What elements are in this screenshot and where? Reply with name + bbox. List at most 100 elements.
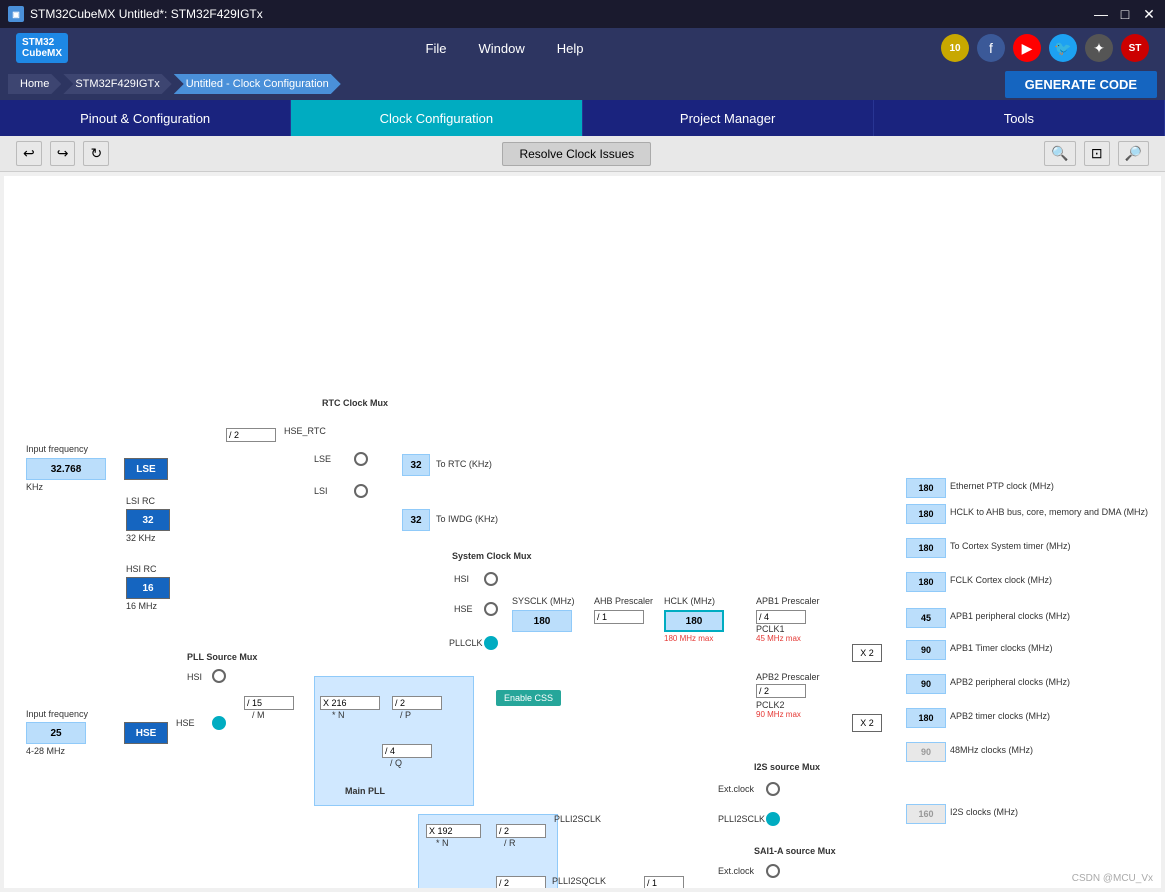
hse-rtc-label: HSE_RTC: [284, 426, 326, 436]
apb1-timer-val: 90: [906, 640, 946, 660]
i2s-src-mux-label: I2S source Mux: [754, 762, 820, 772]
network-icon[interactable]: ✦: [1085, 34, 1113, 62]
redo-button[interactable]: ↪: [50, 141, 76, 166]
pll-p-select[interactable]: / 2: [392, 696, 442, 710]
breadcrumb-device[interactable]: STM32F429IGTx: [63, 74, 171, 94]
pll-src-mux-label: PLL Source Mux: [187, 652, 257, 662]
breadcrumb-home[interactable]: Home: [8, 74, 61, 94]
window-controls: — □ ✕: [1093, 6, 1157, 22]
ethernet-ptp-val: 180: [906, 478, 946, 498]
pll-hse-radio[interactable]: [212, 716, 226, 730]
lsi-rc-value: 32: [126, 509, 170, 531]
menu-help[interactable]: Help: [557, 41, 584, 56]
tab-project[interactable]: Project Manager: [583, 100, 874, 136]
pllclk-sys-radio[interactable]: [484, 636, 498, 650]
refresh-button[interactable]: ↻: [83, 141, 109, 166]
resolve-clock-button[interactable]: Resolve Clock Issues: [502, 142, 651, 166]
fit-button[interactable]: ⊡: [1084, 141, 1110, 166]
rtc-clk-mux-label: RTC Clock Mux: [322, 398, 388, 408]
pll-hsi-label: HSI: [187, 672, 202, 682]
pll-m-select[interactable]: / 15: [244, 696, 294, 710]
minimize-button[interactable]: —: [1093, 6, 1109, 22]
clock-canvas: Input frequency 32.768 KHz LSE LSI RC 32…: [4, 176, 1161, 888]
plli2s-i2s-label: PLLI2SCLK: [718, 814, 765, 824]
pll-hse-label: HSE: [176, 718, 195, 728]
pclk2-label: PCLK2: [756, 700, 785, 710]
pclk1-label: PCLK1: [756, 624, 785, 634]
input-freq2-value[interactable]: 25: [26, 722, 86, 744]
youtube-icon[interactable]: ▶: [1013, 34, 1041, 62]
input-freq1-value[interactable]: 32.768: [26, 458, 106, 480]
zoom-out-button[interactable]: 🔎: [1118, 141, 1149, 166]
tab-pinout[interactable]: Pinout & Configuration: [0, 100, 291, 136]
ahb-prescaler-select[interactable]: / 1: [594, 610, 644, 624]
lse-box: LSE: [124, 458, 168, 480]
hse-rtc-div-select[interactable]: / 2: [226, 428, 276, 442]
zoom-in-button[interactable]: 🔍: [1044, 141, 1075, 166]
pll-q-select[interactable]: / 4: [382, 744, 432, 758]
close-button[interactable]: ✕: [1141, 6, 1157, 22]
pll-q-label: / Q: [390, 758, 402, 768]
sysclk-label: SYSCLK (MHz): [512, 596, 575, 606]
plli2s-n-label: * N: [436, 838, 449, 848]
hsi-sys-radio[interactable]: [484, 572, 498, 586]
menu-right-icons: 10 f ▶ 🐦 ✦ ST: [941, 34, 1149, 62]
enable-css-button[interactable]: Enable CSS: [496, 690, 561, 706]
pll-m-label: / M: [252, 710, 265, 720]
fclk-cortex-label: FCLK Cortex clock (MHz): [950, 575, 1052, 585]
hclk-label: HCLK (MHz): [664, 596, 715, 606]
plli2s-r-select[interactable]: / 2: [496, 824, 546, 838]
undo-button[interactable]: ↩: [16, 141, 42, 166]
main-pll-label: Main PLL: [345, 786, 385, 796]
menu-window[interactable]: Window: [478, 41, 524, 56]
apb1-periph-val: 45: [906, 608, 946, 628]
sai1a-src-mux-label: SAI1-A source Mux: [754, 846, 836, 856]
lse-rtc-radio[interactable]: [354, 452, 368, 466]
sai1a-ext-clock-label: Ext.clock: [718, 866, 754, 876]
rtc-out-val: 32: [402, 454, 430, 476]
apb1-x2-box: X 2: [852, 644, 882, 662]
lsi-rtc-radio[interactable]: [354, 484, 368, 498]
pll-hsi-radio[interactable]: [212, 669, 226, 683]
apb1-periph-label: APB1 peripheral clocks (MHz): [950, 611, 1070, 621]
input-freq1-unit: KHz: [26, 482, 43, 492]
i2s-val: 160: [906, 804, 946, 824]
hse-sys-radio[interactable]: [484, 602, 498, 616]
hse-sys-label: HSE: [454, 604, 473, 614]
twitter-icon[interactable]: 🐦: [1049, 34, 1077, 62]
tab-clock[interactable]: Clock Configuration: [291, 100, 582, 136]
apb2-prescaler-select[interactable]: / 2: [756, 684, 806, 698]
cortex-timer-val: 180: [906, 538, 946, 558]
sysclk-value[interactable]: 180: [512, 610, 572, 632]
apb1-prescaler-select[interactable]: / 4: [756, 610, 806, 624]
tab-tools[interactable]: Tools: [874, 100, 1165, 136]
plli2s-n-select[interactable]: X 192: [426, 824, 481, 838]
plli2s-q-select[interactable]: / 2: [496, 876, 546, 888]
breadcrumb-current[interactable]: Untitled - Clock Configuration: [174, 74, 341, 94]
facebook-icon[interactable]: f: [977, 34, 1005, 62]
app-logo: STM32CubeMX: [16, 33, 68, 63]
watermark: CSDN @MCU_Vx: [1072, 873, 1153, 884]
menu-file[interactable]: File: [426, 41, 447, 56]
st-icon: ST: [1121, 34, 1149, 62]
plli2s-i2s-div-select[interactable]: / 1: [644, 876, 684, 888]
i2s-ext-radio[interactable]: [766, 782, 780, 796]
sai1a-ext-radio[interactable]: [766, 864, 780, 878]
award-icon: 10: [941, 34, 969, 62]
maximize-button[interactable]: □: [1117, 6, 1133, 22]
plli2sqclk-label: PLLI2SQCLK: [552, 876, 606, 886]
hclk-max: 180 MHz max: [664, 634, 713, 643]
pll-n-select[interactable]: X 216: [320, 696, 380, 710]
hsi-rc-unit: 16 MHz: [126, 601, 157, 611]
hsi-rc-value: 16: [126, 577, 170, 599]
to-iwdg-label: To IWDG (KHz): [436, 514, 498, 524]
apb2-x2-box: X 2: [852, 714, 882, 732]
input-freq2-unit: 4-28 MHz: [26, 746, 65, 756]
iwdg-out-val: 32: [402, 509, 430, 531]
plli2s-i2s-radio[interactable]: [766, 812, 780, 826]
apb1-timer-label: APB1 Timer clocks (MHz): [950, 643, 1053, 653]
window-title: STM32CubeMX Untitled*: STM32F429IGTx: [30, 7, 1093, 21]
apb2-periph-val: 90: [906, 674, 946, 694]
generate-code-button[interactable]: GENERATE CODE: [1005, 71, 1157, 98]
hclk-value[interactable]: 180: [664, 610, 724, 632]
